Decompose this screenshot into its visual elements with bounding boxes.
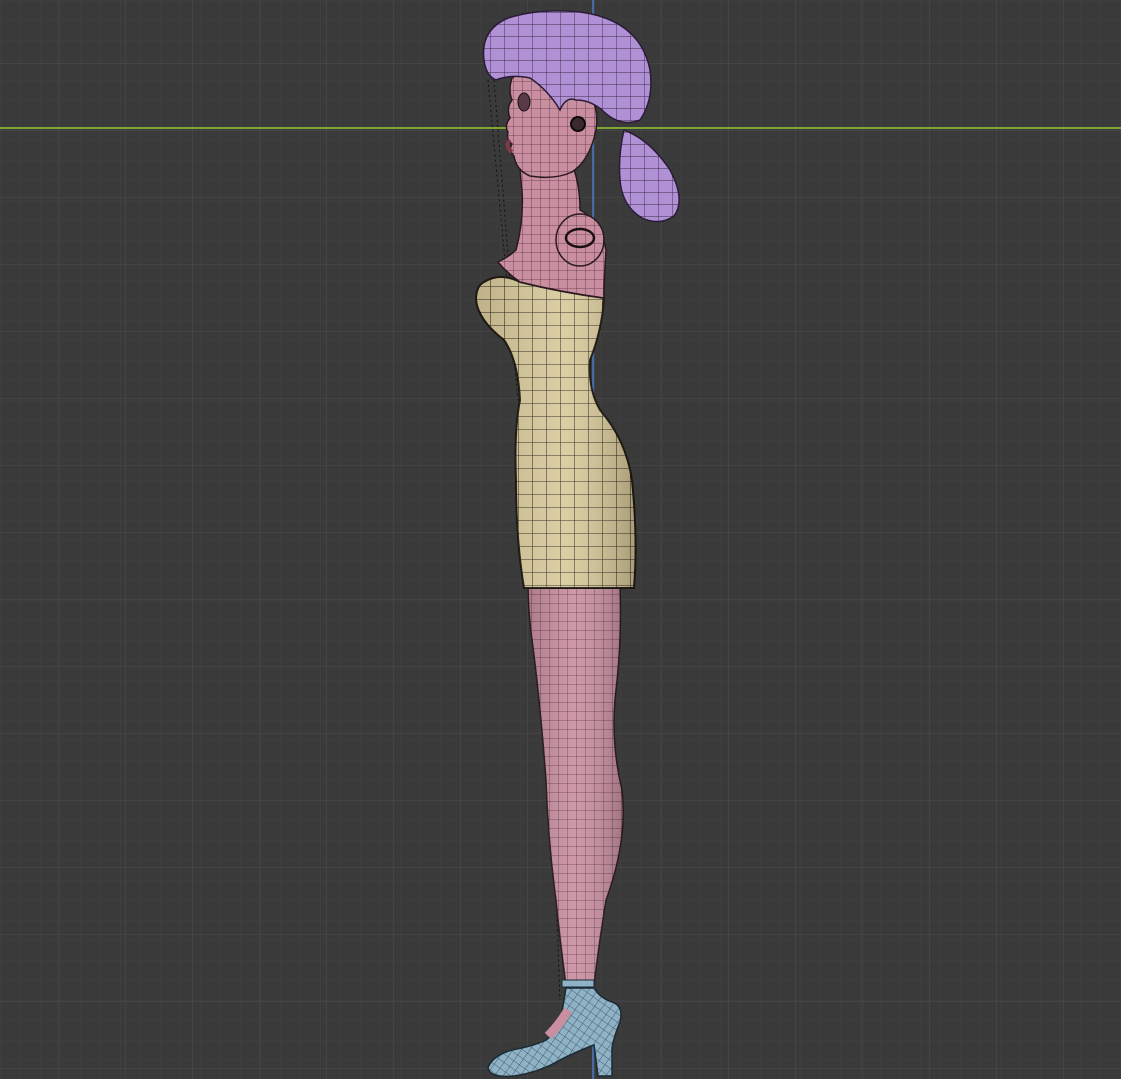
eye xyxy=(517,92,531,112)
earring-icon xyxy=(570,116,586,132)
3d-viewport[interactable] xyxy=(0,0,1121,1079)
upper-arm[interactable] xyxy=(555,213,605,267)
viewport-canvas[interactable] xyxy=(0,0,1121,1079)
ankle-strap xyxy=(561,979,595,988)
